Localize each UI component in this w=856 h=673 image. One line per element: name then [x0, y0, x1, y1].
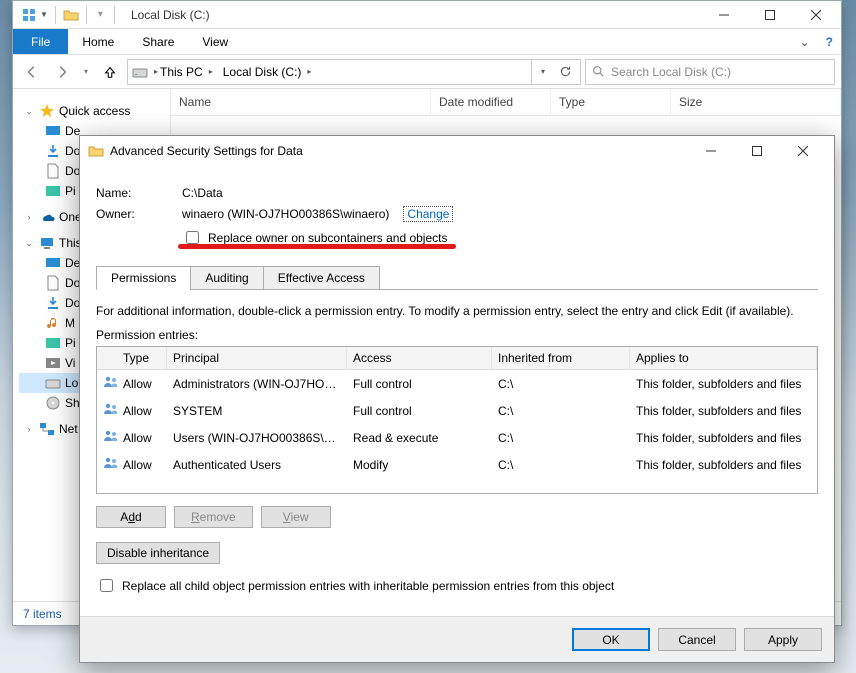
maximize-button[interactable] — [747, 1, 793, 29]
replace-owner-checkbox[interactable] — [186, 231, 199, 244]
home-tab[interactable]: Home — [68, 29, 128, 54]
dlg-minimize-button[interactable] — [688, 137, 734, 165]
remove-button[interactable]: Remove — [174, 506, 253, 528]
up-button[interactable] — [97, 59, 123, 85]
list-columns: Name Date modified Type Size — [171, 89, 841, 116]
view-tab[interactable]: View — [188, 29, 242, 54]
replace-owner-label: Replace owner on subcontainers and objec… — [208, 231, 447, 245]
column-name[interactable]: Name — [171, 89, 431, 115]
breadcrumb-segment[interactable]: Local Disk (C:)▸ — [219, 65, 316, 79]
column-size[interactable]: Size — [671, 89, 841, 115]
pictures-icon — [45, 183, 61, 199]
ok-button[interactable]: OK — [572, 628, 650, 651]
back-button[interactable] — [19, 59, 45, 85]
users-icon — [103, 428, 117, 444]
onedrive-icon — [39, 209, 55, 225]
owner-label: Owner: — [96, 207, 182, 221]
expand-ribbon-icon[interactable]: ⌄ — [792, 29, 818, 54]
apply-button[interactable]: Apply — [744, 628, 822, 651]
users-icon — [103, 374, 117, 390]
owner-value: winaero (WIN-OJ7HO00386S\winaero) — [182, 207, 389, 221]
drive-icon — [132, 64, 148, 80]
pc-icon — [39, 235, 55, 251]
address-bar-row: ▾ ▸This PC▸ Local Disk (C:)▸ ▾ Search Lo… — [13, 55, 841, 89]
breadcrumb-segment[interactable]: ▸This PC▸ — [150, 65, 217, 79]
close-button[interactable] — [793, 1, 839, 29]
overflow-icon[interactable]: ▾ — [98, 9, 103, 20]
entries-label: Permission entries: — [96, 328, 818, 342]
pictures-icon — [45, 335, 61, 351]
users-icon — [103, 401, 117, 417]
users-icon — [103, 455, 117, 471]
table-row[interactable]: AllowAuthenticated UsersModifyC:\This fo… — [97, 451, 817, 478]
desktop-icon — [45, 123, 61, 139]
videos-icon — [45, 355, 61, 371]
column-date[interactable]: Date modified — [431, 89, 551, 115]
share-tab[interactable]: Share — [128, 29, 188, 54]
permission-table[interactable]: Type Principal Access Inherited from App… — [96, 346, 818, 494]
desktop-icon — [45, 255, 61, 271]
view-button[interactable]: View — [261, 506, 331, 528]
sidebar-quick-access[interactable]: ⌄ Quick access — [19, 101, 170, 121]
replace-all-checkbox[interactable] — [100, 579, 113, 592]
network-icon — [39, 421, 55, 437]
annotation-highlight — [178, 244, 456, 249]
tab-strip: Permissions Auditing Effective Access — [96, 266, 818, 290]
dialog-footer: OK Cancel Apply — [80, 616, 834, 662]
forward-button[interactable] — [49, 59, 75, 85]
table-header: Type Principal Access Inherited from App… — [97, 347, 817, 370]
search-input[interactable]: Search Local Disk (C:) — [585, 59, 835, 85]
quick-access-toolbar: ▼ ▾ — [15, 6, 125, 24]
name-label: Name: — [96, 186, 182, 200]
tab-auditing[interactable]: Auditing — [190, 266, 263, 290]
dialog-title: Advanced Security Settings for Data — [110, 144, 688, 158]
cancel-button[interactable]: Cancel — [658, 628, 736, 651]
table-row[interactable]: AllowAdministrators (WIN-OJ7HO0...Full c… — [97, 370, 817, 397]
ribbon-tabs: File Home Share View ⌄ ? — [13, 29, 841, 55]
chevron-down-icon[interactable]: ▼ — [40, 10, 48, 19]
column-type[interactable]: Type — [551, 89, 671, 115]
recent-button[interactable]: ▾ — [79, 59, 93, 85]
help-icon[interactable]: ? — [818, 29, 841, 54]
change-owner-link[interactable]: Change — [403, 206, 453, 222]
table-row[interactable]: AllowSYSTEMFull controlC:\This folder, s… — [97, 397, 817, 424]
downloads-icon — [45, 143, 61, 159]
add-button[interactable]: Add — [96, 506, 166, 528]
minimize-button[interactable] — [701, 1, 747, 29]
documents-icon — [45, 163, 61, 179]
quick-access-icon — [39, 103, 55, 119]
cd-drive-icon — [45, 395, 61, 411]
collapse-icon[interactable]: ⌄ — [23, 106, 35, 117]
table-row[interactable]: AllowUsers (WIN-OJ7HO00386S\Us...Read & … — [97, 424, 817, 451]
drive-icon — [45, 375, 61, 391]
properties-icon[interactable] — [21, 7, 37, 23]
addr-dropdown-icon[interactable]: ▾ — [532, 67, 554, 76]
tab-permissions[interactable]: Permissions — [96, 266, 191, 290]
search-icon — [592, 65, 605, 78]
explorer-titlebar[interactable]: ▼ ▾ Local Disk (C:) — [13, 1, 841, 29]
new-folder-icon[interactable] — [63, 7, 79, 23]
window-title: Local Disk (C:) — [131, 8, 210, 22]
replace-all-label: Replace all child object permission entr… — [122, 579, 614, 593]
dialog-titlebar[interactable]: Advanced Security Settings for Data — [80, 136, 834, 166]
address-bar[interactable]: ▸This PC▸ Local Disk (C:)▸ ▾ — [127, 59, 581, 85]
refresh-icon[interactable] — [554, 65, 576, 78]
documents-icon — [45, 275, 61, 291]
folder-icon — [88, 143, 104, 159]
info-text: For additional information, double-click… — [96, 304, 818, 318]
file-tab[interactable]: File — [13, 29, 68, 54]
downloads-icon — [45, 295, 61, 311]
music-icon — [45, 315, 61, 331]
advanced-security-dialog: Advanced Security Settings for Data Name… — [79, 135, 835, 663]
dlg-maximize-button[interactable] — [734, 137, 780, 165]
name-value: C:\Data — [182, 186, 223, 200]
item-count: 7 items — [23, 607, 62, 621]
tab-effective-access[interactable]: Effective Access — [263, 266, 380, 290]
disable-inheritance-button[interactable]: Disable inheritance — [96, 542, 220, 564]
dlg-close-button[interactable] — [780, 137, 826, 165]
